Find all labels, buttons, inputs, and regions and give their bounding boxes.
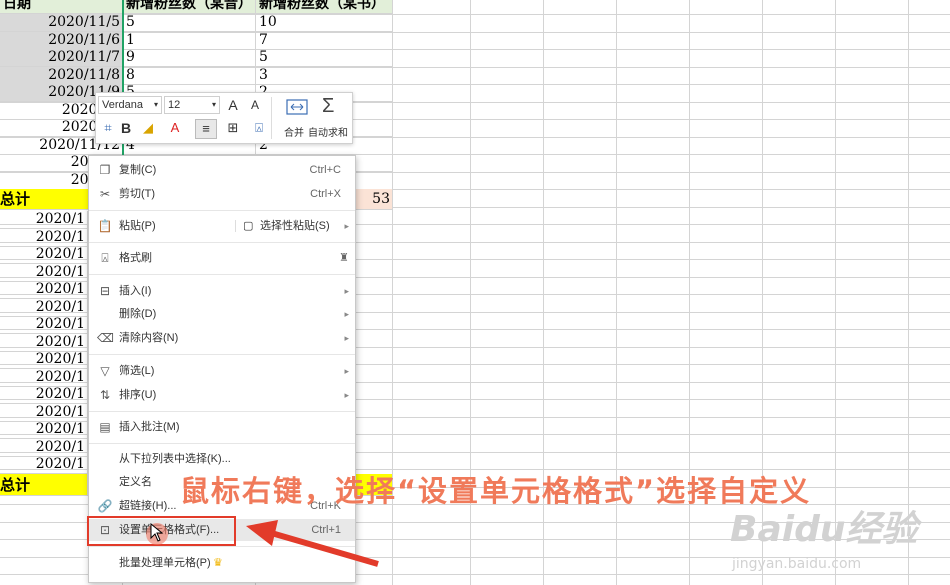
menu-copy[interactable]: ❐ 复制(C) Ctrl+C [89,159,355,181]
format-painter-icon: ⍓ [101,251,109,265]
menu-pick-from-list[interactable]: 从下拉列表中选择(K)... [89,448,355,470]
chevron-right-icon: ▸ [344,366,349,376]
filter-icon: ▽ [100,364,110,378]
value-cell-b[interactable]: 9 [123,49,256,67]
watermark: Baidu经验 jingyan.baidu.com [730,509,918,572]
scissors-icon: ✂ [99,187,111,201]
fill-color-icon[interactable]: ◢ [138,119,158,137]
bold-icon[interactable]: B [119,119,133,137]
eraser-icon: ⌫ [97,331,114,345]
menu-paste-special[interactable]: 选择性粘贴(S) [260,215,330,237]
font-name-select[interactable]: Verdana ▾ [98,96,162,114]
date-cell[interactable]: 2020/1 [0,263,88,282]
border-icon[interactable]: ⊞ [224,119,242,137]
brush-icon: ♜ [339,252,349,264]
value-cell-b[interactable]: 5 [123,14,256,32]
autosum-button[interactable]: Σ 自动求和 [308,95,352,140]
date-cell[interactable]: 2020/1 [0,298,88,317]
grow-font-icon[interactable]: A [225,96,241,114]
date-cell[interactable]: 2020/11/7 [0,49,123,67]
date-cell[interactable]: 2020/1 [0,368,88,387]
chevron-down-icon: ▾ [153,100,158,109]
date-cell[interactable]: 2020/11/6 [0,31,123,50]
align-icon[interactable]: ≡ [195,119,217,139]
value-cell-b[interactable]: 8 [123,66,256,85]
date-cell[interactable]: 2020/1 [0,351,88,369]
date-cell[interactable]: 2020/1 [0,333,88,352]
value-cell-c[interactable]: 3 [256,66,393,85]
value-cell-b[interactable]: 1 [123,31,256,50]
menu-cut[interactable]: ✂ 剪切(T) Ctrl+X [89,183,355,205]
menu-insert[interactable]: ⊟ 插入(I) ▸ [89,280,355,302]
value-cell-c[interactable]: 5 [256,49,393,67]
grid-line [908,0,909,585]
date-cell[interactable]: 2020/1 [0,211,88,229]
menu-clear[interactable]: ⌫ 清除内容(N) ▸ [89,327,355,349]
paste-icon: 📋 [97,219,113,233]
arrow-annotation [246,520,379,567]
chevron-right-icon: ▸ [344,309,349,319]
chevron-right-icon: ▸ [344,333,349,343]
cell-select-icon[interactable]: ⌗ [101,119,115,137]
date-cell[interactable]: 2020/1 [0,316,88,334]
menu-insert-comment[interactable]: ▤ 插入批注(M) [89,416,355,438]
header-col-c[interactable]: 新增粉丝数（某书） [256,0,393,14]
header-date[interactable]: 日期 [0,0,123,14]
date-cell[interactable]: 2020/1 [0,246,88,264]
cursor-icon [150,523,164,542]
chevron-right-icon: ▸ [344,286,349,296]
tutorial-caption: 鼠标右键，选择“设置单元格格式”选择自定义 [180,474,812,508]
menu-format-painter[interactable]: ⍓ 格式刷 ♜ [89,247,355,269]
date-cell[interactable]: 2020/11/8 [0,66,123,85]
mini-toolbar: Verdana ▾ 12 ▾ A A 合并 Σ 自动求和 ⌗ B ◢ A ≡ ⊞ ⍓ [95,92,353,144]
comment-icon: ▤ [99,420,111,434]
date-cell[interactable]: 2020/11/5 [0,14,123,32]
menu-filter[interactable]: ▽ 筛选(L) ▸ [89,360,355,382]
sigma-icon: Σ [322,95,335,117]
header-col-b[interactable]: 新增粉丝数（某音） [123,0,256,14]
total2-label[interactable]: 总计 [0,474,88,496]
merge-icon [286,99,308,115]
total-value[interactable]: 53 [356,189,393,210]
chevron-down-icon: ▾ [211,100,216,109]
date-cell[interactable]: 2020/1 [0,403,88,422]
copy-icon: ❐ [99,163,111,177]
crown-icon: ♛ [213,557,223,569]
insert-icon: ⊟ [99,284,111,298]
value-cell-c[interactable]: 10 [256,14,393,32]
paste-special-icon: ▢ [243,220,254,232]
link-icon: 🔗 [97,499,113,513]
value-cell-c[interactable]: 7 [256,31,393,50]
chevron-right-icon: ▸ [344,221,349,231]
date-cell[interactable]: 2020/1 [0,281,88,299]
menu-sort[interactable]: ⇅ 排序(U) ▸ [89,384,355,406]
font-size-select[interactable]: 12 ▾ [164,96,220,114]
font-color-icon[interactable]: A [166,119,184,137]
date-cell[interactable]: 2020/1 [0,421,88,439]
menu-delete[interactable]: 删除(D) ▸ [89,303,355,325]
date-cell[interactable]: 2020/1 [0,228,88,247]
chevron-right-icon: ▸ [344,390,349,400]
grid-line [835,0,836,585]
shrink-font-icon[interactable]: A [247,96,263,114]
date-cell[interactable]: 2020/1 [0,438,88,457]
date-cell[interactable]: 2020/1 [0,456,88,474]
menu-paste[interactable]: 📋 粘贴(P) ▢ 选择性粘贴(S) ▸ [89,215,355,237]
format-painter-icon[interactable]: ⍓ [252,119,266,137]
sort-icon: ⇅ [99,388,111,402]
date-cell[interactable]: 2020/1 [0,386,88,404]
